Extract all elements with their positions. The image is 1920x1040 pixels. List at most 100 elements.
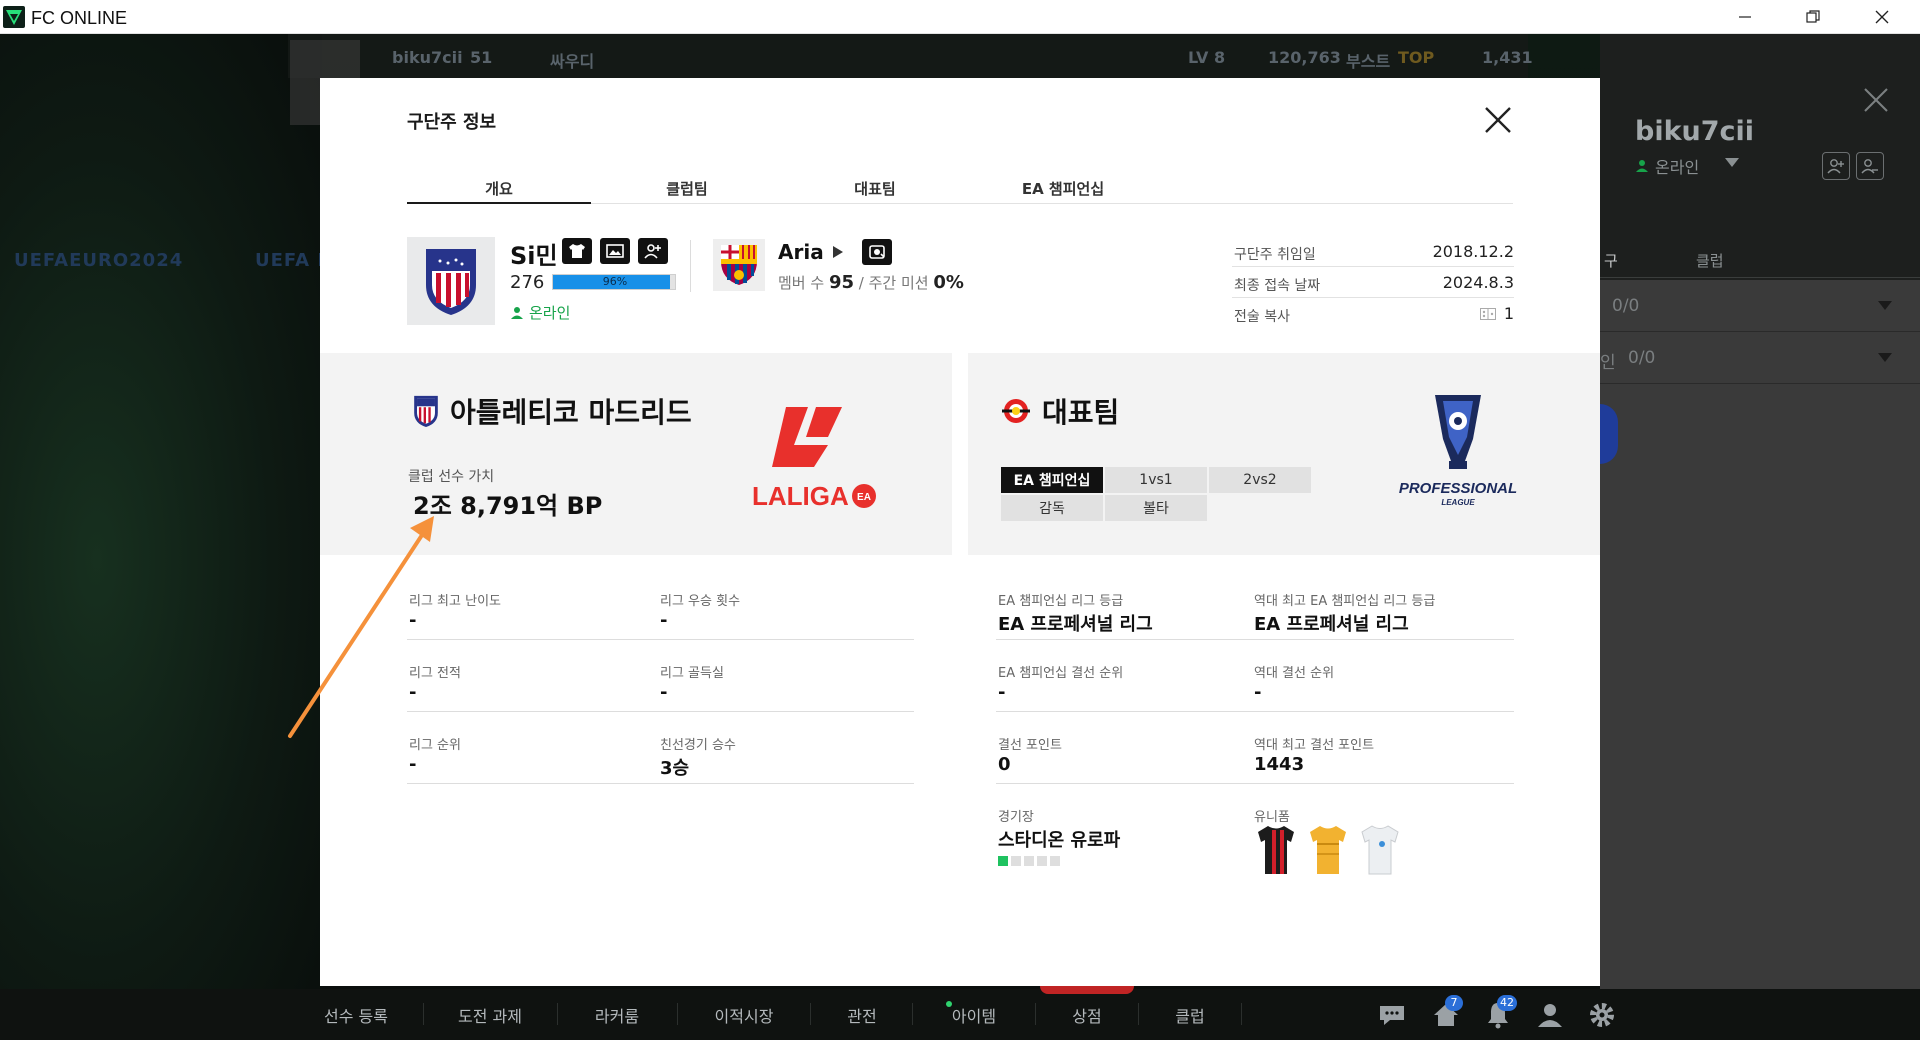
info-label: 구단주 취임일 (1234, 247, 1316, 263)
status-dropdown-icon[interactable] (1725, 158, 1739, 167)
nav-player-register[interactable]: 선수 등록 (296, 989, 416, 1040)
segment-volta[interactable]: 볼타 (1105, 495, 1207, 521)
panel-floating-button[interactable] (1600, 404, 1618, 464)
panel-tab-club[interactable]: 클럽 (1696, 250, 1724, 271)
club-team-card: 아틀레티코 마드리드 EA LALIGA (320, 353, 952, 555)
tactic-board-icon (1479, 307, 1496, 320)
close-window-button[interactable] (1853, 0, 1911, 34)
tab-national-team[interactable]: 대표팀 (783, 178, 967, 204)
nav-separator (557, 1003, 558, 1025)
segment-1vs1[interactable]: 1vs1 (1105, 467, 1207, 493)
info-value: 2018.12.2 (1432, 242, 1514, 261)
national-stat-best-ea-grade: 역대 최고 EA 챔피언십 리그 등급 EA 프로페셔널 리그 (1252, 580, 1514, 640)
gear-icon[interactable] (1586, 999, 1618, 1031)
add-user-icon (644, 244, 661, 259)
window-title: FC ONLINE (31, 8, 128, 28)
tab-club-team[interactable]: 클럽팀 (595, 178, 779, 204)
nav-separator (677, 1003, 678, 1025)
fc-online-logo-icon (3, 6, 25, 28)
club-crest (713, 239, 765, 291)
third-kit-icon[interactable] (1360, 824, 1400, 876)
home-badge: 7 (1445, 995, 1463, 1011)
bg-player-level: 51 (470, 48, 493, 67)
uniform-list (1256, 824, 1400, 876)
nav-transfer-market[interactable]: 이적시장 (684, 989, 804, 1040)
stadium-rating-icon (998, 856, 1060, 866)
club-members-label: 멤버 수 (778, 274, 825, 292)
bg-lv: LV 8 (1188, 48, 1226, 67)
add-friend-icon (1827, 159, 1844, 174)
stat-value: EA 프로페셔널 리그 (1254, 614, 1409, 635)
album-button[interactable] (600, 238, 630, 264)
club-mission-label: / 주간 미션 (858, 274, 929, 292)
nav-items[interactable]: 아이템 (919, 989, 1029, 1040)
add-friend-button[interactable] (1822, 152, 1850, 180)
atletico-crest-icon (414, 395, 438, 428)
tab-ea-championship[interactable]: EA 챔피언십 (971, 178, 1155, 204)
leverkusen-crest-icon (1002, 399, 1030, 423)
chat-icon[interactable] (1376, 999, 1408, 1031)
profile-icon[interactable] (1534, 999, 1566, 1031)
club-name: Aria (778, 240, 824, 264)
home-kit-icon[interactable] (1256, 824, 1296, 876)
restore-button[interactable] (1784, 0, 1842, 34)
stat-label: 리그 전적 (409, 666, 461, 681)
panel-row2-count: 0/0 (1628, 348, 1656, 368)
stat-label: 리그 순위 (409, 738, 461, 753)
panel-tabs: 구 클럽 (1600, 242, 1920, 278)
segment-2vs2[interactable]: 2vs2 (1209, 467, 1311, 493)
club-badge-icon (868, 245, 885, 259)
remove-friend-icon (1861, 159, 1878, 174)
manager-status-label: 온라인 (529, 304, 571, 322)
bg-right-value: 1,431 (1482, 48, 1533, 67)
bg-boost: 부스트 (1346, 52, 1391, 71)
laliga-logo-icon: EA LALIGA (752, 407, 876, 511)
person-icon (511, 306, 523, 319)
club-name-link[interactable]: Aria (778, 239, 892, 265)
stat-value: - (409, 610, 417, 631)
panel-status[interactable]: 온라인 (1635, 154, 1699, 178)
uniform-button[interactable] (562, 238, 592, 264)
panel-list-row[interactable]: 인 0/0 (1600, 332, 1920, 384)
bg-player-name: biku7cii (392, 48, 463, 67)
stat-label: 친선경기 승수 (660, 738, 736, 753)
nav-spectate[interactable]: 관전 (817, 989, 907, 1040)
stat-label: 리그 골득실 (660, 666, 724, 681)
panel-list-row[interactable]: 0/0 (1600, 280, 1920, 332)
add-friend-manager-button[interactable] (638, 238, 668, 264)
segment-ea-championship[interactable]: EA 챔피언십 (1001, 467, 1103, 493)
remove-friend-button[interactable] (1856, 152, 1884, 180)
club-emblem-button[interactable] (861, 239, 892, 265)
nav-shop[interactable]: 상점 (1042, 989, 1132, 1040)
modal-close-icon[interactable] (1482, 104, 1514, 136)
club-summary: 멤버 수 95 / 주간 미션 0% (778, 272, 964, 293)
nav-separator (912, 1003, 913, 1025)
bg-bp: 120,763 (1268, 48, 1341, 67)
panel-list-area (1600, 384, 1920, 989)
chevron-down-icon[interactable] (1878, 353, 1892, 362)
professional-league-logo: PROFESSIONAL LEAGUE (1393, 393, 1523, 513)
national-team-title: 대표팀 (1042, 396, 1120, 429)
stat-label: 리그 우승 횟수 (660, 594, 741, 609)
stat-label: 유니폼 (1254, 810, 1290, 825)
panel-row2-prefix: 인 (1600, 353, 1616, 373)
euro-banner-text: UEFAEURO2024 (14, 250, 184, 271)
tab-overview[interactable]: 개요 (407, 178, 591, 204)
stat-value: - (998, 682, 1006, 703)
chevron-down-icon[interactable] (1878, 301, 1892, 310)
club-stat-league-wins: 리그 우승 횟수 - (657, 580, 914, 640)
stat-label: 역대 최고 결선 포인트 (1254, 738, 1375, 753)
minimize-button[interactable] (1716, 0, 1774, 34)
friends-panel: biku7cii 온라인 구 클럽 0/0 인 0/0 (1600, 34, 1920, 989)
club-stat-max-difficulty: 리그 최고 난이도 - (407, 580, 657, 640)
stat-label: 결선 포인트 (998, 738, 1062, 753)
bg-top: TOP (1398, 48, 1435, 67)
nav-challenges[interactable]: 도전 과제 (430, 989, 550, 1040)
nav-locker-room[interactable]: 라커룸 (564, 989, 670, 1040)
segment-manager[interactable]: 감독 (1001, 495, 1103, 521)
nav-club[interactable]: 클럽 (1145, 989, 1235, 1040)
panel-close-icon[interactable] (1862, 86, 1890, 118)
away-kit-icon[interactable] (1308, 824, 1348, 876)
club-stat-league-rank: 리그 순위 - (407, 724, 657, 784)
panel-tab-left[interactable]: 구 (1604, 250, 1618, 271)
